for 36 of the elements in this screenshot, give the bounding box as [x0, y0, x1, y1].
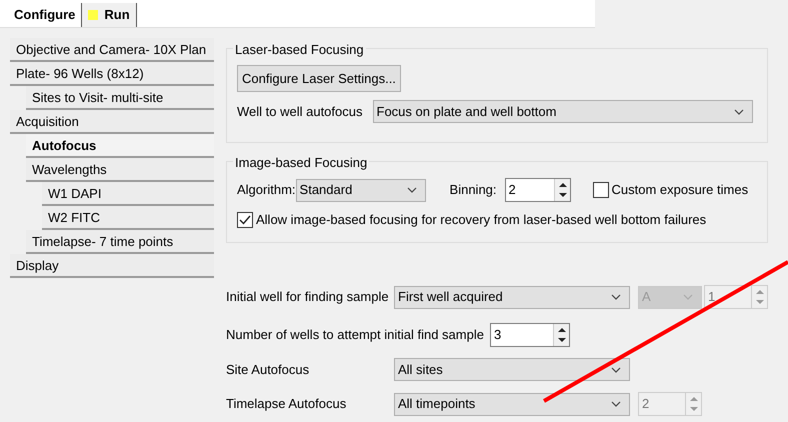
- chevron-down-icon: [734, 108, 744, 114]
- tree-item[interactable]: Timelapse- 7 time points: [26, 230, 214, 254]
- tree-item[interactable]: Acquisition: [10, 110, 214, 134]
- chevron-down-icon: [611, 294, 621, 300]
- dropdown[interactable]: First well acquired: [394, 286, 630, 308]
- field-label: Number of wells to attempt initial find sample: [226, 326, 484, 344]
- field-label: Initial well for finding sample: [226, 288, 390, 306]
- chevron-down-icon: [683, 294, 693, 300]
- tree-item[interactable]: Plate- 96 Wells (8x12): [10, 62, 214, 86]
- tree-item[interactable]: Objective and Camera- 10X Plan: [10, 38, 214, 62]
- chevron-down-icon: [406, 187, 417, 193]
- checkmark-icon: [239, 214, 251, 225]
- spin-box[interactable]: 3: [490, 323, 570, 347]
- dropdown[interactable]: All sites: [394, 358, 630, 381]
- spin-box[interactable]: 2: [504, 178, 571, 202]
- tree-item[interactable]: W1 DAPI: [42, 182, 214, 206]
- tree-item[interactable]: W2 FITC: [42, 206, 214, 230]
- configure-laser-button[interactable]: Configure Laser Settings...: [237, 65, 401, 92]
- dropdown[interactable]: All timepoints: [394, 392, 630, 416]
- checkbox-label: Allow image-based focusing for recovery from laser-based well bottom failures: [256, 211, 706, 229]
- field-label: Timelapse Autofocus: [226, 395, 348, 414]
- field-label: Algorithm:: [237, 181, 296, 200]
- tree-item[interactable]: Sites to Visit- multi-site: [26, 86, 214, 110]
- field-label: Well to well autofocus: [237, 102, 362, 121]
- dropdown[interactable]: Standard: [296, 178, 426, 202]
- dropdown[interactable]: Focus on plate and well bottom: [372, 100, 752, 123]
- field-label: Site Autofocus: [226, 360, 310, 379]
- checkbox[interactable]: [592, 182, 609, 198]
- chevron-down-icon: [611, 401, 621, 407]
- tree-item[interactable]: Wavelengths: [26, 158, 214, 182]
- tree-item[interactable]: Display: [10, 254, 214, 278]
- chevron-down-icon: [611, 366, 621, 372]
- checkbox-label: Custom exposure times: [612, 181, 748, 200]
- tab[interactable]: Run: [82, 3, 137, 27]
- checkbox[interactable]: [237, 212, 253, 228]
- field-label: Binning:: [450, 181, 497, 200]
